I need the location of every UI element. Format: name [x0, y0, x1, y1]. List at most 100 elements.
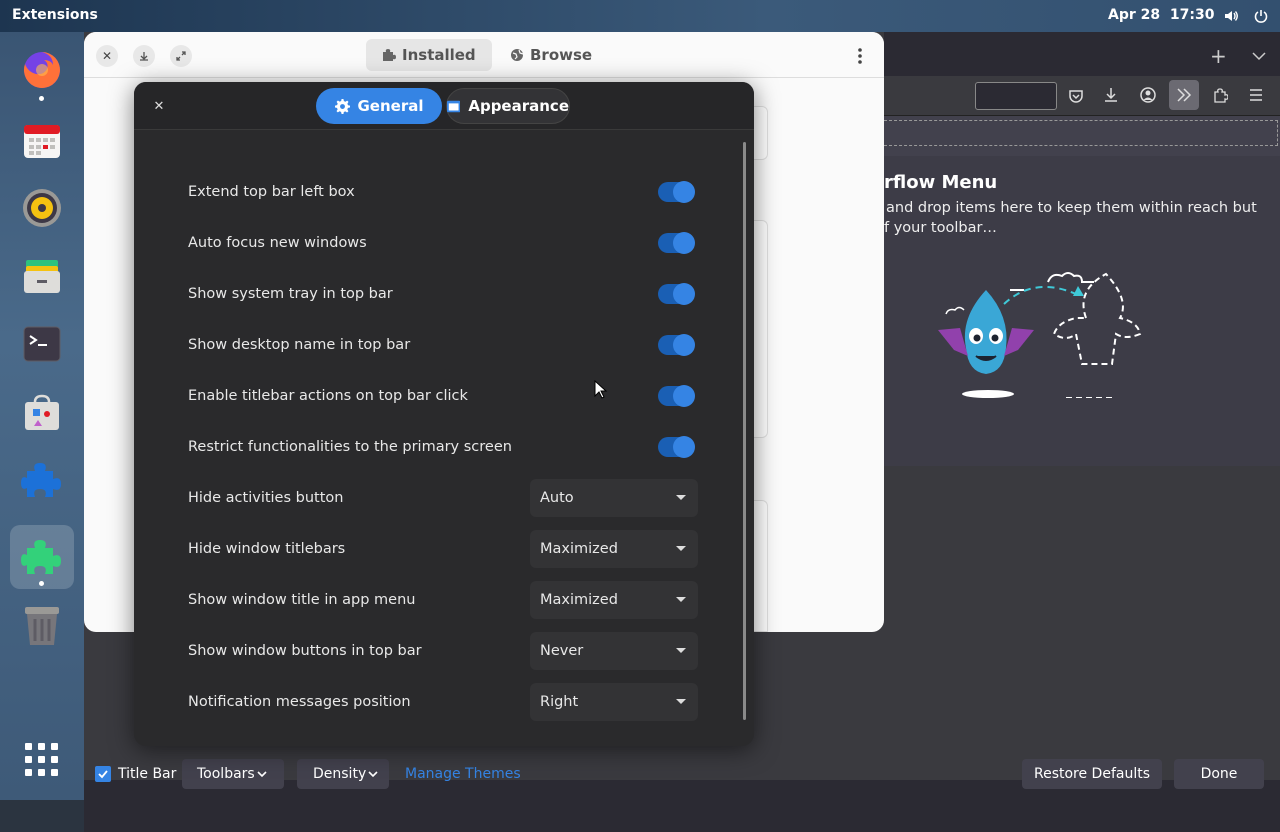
tab-appearance[interactable]: Appearance — [446, 88, 570, 124]
setting-row: Enable titlebar actions on top bar click — [188, 370, 700, 421]
dropdown[interactable]: Maximized — [530, 580, 698, 619]
dropdown-value: Maximized — [540, 540, 618, 557]
tab-browse[interactable]: Browse — [494, 39, 608, 71]
minimize-icon[interactable] — [133, 45, 155, 67]
clock[interactable]: Apr 28 17:30 — [1108, 7, 1214, 23]
setting-row: Notification messages position Right — [188, 676, 700, 727]
files-icon[interactable] — [20, 254, 64, 298]
title-bar-checkbox-row[interactable]: Title Bar — [95, 759, 176, 789]
done-button[interactable]: Done — [1174, 759, 1264, 789]
close-icon[interactable]: ✕ — [96, 45, 118, 67]
list-tabs-icon[interactable] — [1252, 46, 1266, 65]
extensions-blue-icon[interactable] — [20, 458, 64, 502]
setting-label: Enable titlebar actions on top bar click — [188, 387, 468, 404]
volume-icon[interactable] — [1222, 7, 1240, 25]
dock — [0, 32, 84, 800]
dropdown-value: Never — [540, 642, 584, 659]
setting-label: Extend top bar left box — [188, 183, 355, 200]
setting-label: Auto focus new windows — [188, 234, 367, 251]
checkbox-checked-icon[interactable] — [95, 766, 111, 782]
dropdown[interactable]: Right — [530, 682, 698, 721]
calendar-icon[interactable] — [20, 118, 64, 162]
close-icon[interactable]: ✕ — [150, 97, 168, 115]
extension-manager-icon[interactable] — [20, 535, 64, 579]
overflow-menu-button[interactable] — [1169, 80, 1199, 110]
overflow-panel[interactable]: rflow Menu and drop items here to keep t… — [884, 156, 1280, 466]
tab-general-label: General — [357, 97, 424, 115]
new-tab-icon[interactable]: + — [1210, 44, 1227, 68]
density-button[interactable]: Density — [297, 759, 389, 789]
toggle-switch[interactable] — [658, 232, 695, 254]
dropdown[interactable]: Never — [530, 631, 698, 670]
customize-area: rflow Menu and drop items here to keep t… — [884, 116, 1280, 466]
extensions-puzzle-icon[interactable] — [1212, 87, 1229, 107]
firefox-navbar — [884, 76, 1280, 116]
toggle-switch[interactable] — [658, 334, 695, 356]
toggle-switch[interactable] — [658, 181, 695, 203]
dropdown-value: Right — [540, 693, 579, 710]
setting-row: Show system tray in top bar — [188, 268, 700, 319]
running-indicator — [39, 96, 44, 101]
setting-label: Show system tray in top bar — [188, 285, 393, 302]
density-label: Density — [313, 766, 367, 782]
overflow-desc-line1: and drop items here to keep them within … — [886, 200, 1257, 216]
flexible-space-placeholder[interactable] — [975, 82, 1057, 110]
pocket-icon[interactable] — [1068, 88, 1084, 108]
caret-down-icon — [676, 698, 686, 704]
setting-row: Show window title in app menu Maximized — [188, 574, 700, 625]
setting-row: Extend top bar left box — [188, 166, 700, 217]
mouse-cursor-icon — [594, 380, 608, 399]
chevron-down-icon — [257, 771, 267, 778]
setting-label: Show window buttons in top bar — [188, 642, 422, 659]
downloads-icon[interactable] — [1103, 87, 1119, 107]
software-icon[interactable] — [20, 390, 64, 434]
activities-app-name[interactable]: Extensions — [12, 7, 98, 23]
dropdown-value: Maximized — [540, 591, 618, 608]
restore-defaults-button[interactable]: Restore Defaults — [1022, 759, 1162, 789]
setting-label: Notification messages position — [188, 693, 411, 710]
puzzle-icon — [383, 49, 396, 61]
setting-label: Hide activities button — [188, 489, 344, 506]
window-icon — [447, 100, 461, 112]
dropdown[interactable]: Auto — [530, 478, 698, 517]
globe-icon — [511, 49, 524, 61]
toggle-switch[interactable] — [658, 283, 695, 305]
manage-themes-link[interactable]: Manage Themes — [405, 759, 521, 789]
dropdown-value: Auto — [540, 489, 574, 506]
toolbars-button[interactable]: Toolbars — [182, 759, 284, 789]
tab-general[interactable]: General — [316, 88, 442, 124]
caret-down-icon — [676, 596, 686, 602]
maximize-icon[interactable] — [170, 45, 192, 67]
overflow-illustration — [938, 272, 1142, 398]
setting-label: Show window title in app menu — [188, 591, 416, 608]
more-options-icon[interactable] — [850, 46, 870, 66]
top-bar: Extensions Apr 28 17:30 — [0, 0, 1280, 32]
caret-down-icon — [676, 494, 686, 500]
tab-installed[interactable]: Installed — [366, 39, 492, 71]
setting-row: Show window buttons in top bar Never — [188, 625, 700, 676]
toolbar-drop-zone[interactable] — [884, 120, 1278, 146]
account-icon[interactable] — [1140, 87, 1156, 107]
terminal-icon[interactable] — [20, 322, 64, 366]
trash-icon[interactable] — [20, 604, 64, 648]
toggle-switch[interactable] — [658, 385, 695, 407]
setting-label: Show desktop name in top bar — [188, 336, 411, 353]
app-grid-icon[interactable] — [20, 738, 64, 782]
overflow-desc-line2: f your toolbar… — [884, 220, 997, 236]
firefox-icon[interactable] — [20, 48, 64, 92]
dropdown[interactable]: Maximized — [530, 529, 698, 568]
gear-icon — [334, 98, 350, 114]
toggle-switch[interactable] — [658, 436, 695, 458]
scrollbar[interactable] — [743, 142, 746, 720]
running-indicator — [39, 581, 44, 586]
power-icon[interactable] — [1252, 7, 1270, 25]
tab-installed-label: Installed — [402, 46, 476, 64]
setting-row: Show desktop name in top bar — [188, 319, 700, 370]
setting-row: Hide window titlebars Maximized — [188, 523, 700, 574]
clock-date: Apr 28 — [1108, 7, 1161, 23]
rhythmbox-icon[interactable] — [20, 186, 64, 230]
tab-appearance-label: Appearance — [468, 97, 569, 115]
setting-row: Restrict functionalities to the primary … — [188, 421, 700, 472]
extensions-headerbar: ✕ Installed Browse — [84, 32, 884, 78]
hamburger-menu-icon[interactable] — [1248, 87, 1264, 107]
